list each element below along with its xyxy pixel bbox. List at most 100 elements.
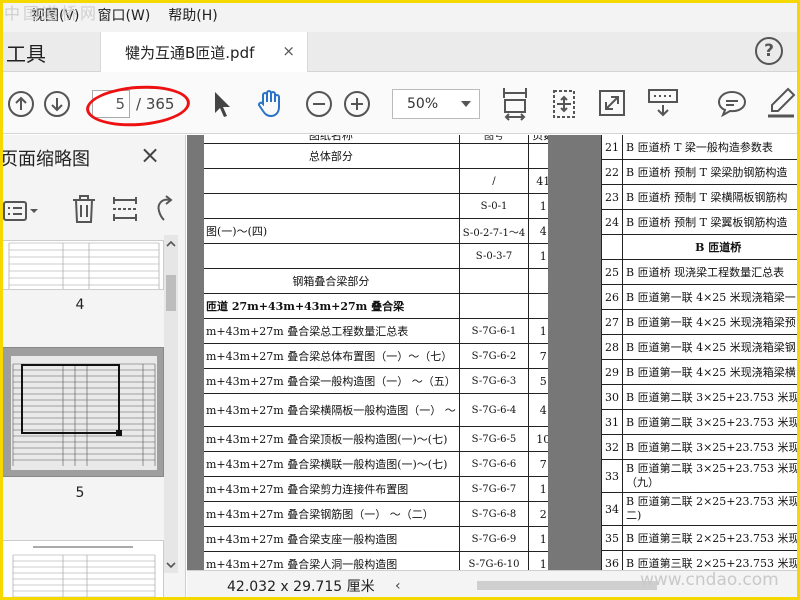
panel-close-icon[interactable]: × [140, 141, 160, 169]
help-icon[interactable]: ? [755, 37, 783, 65]
arrow-down-circle-icon [44, 91, 70, 117]
keyboard-scroll-icon [648, 89, 678, 117]
thumbnails-scrollbar[interactable] [164, 235, 178, 573]
table-row: 34 B 匝道第二联 2×25+23.753 米现浇二) [601, 492, 800, 526]
watermark-bottom: www.cndao.com [640, 570, 779, 590]
thumbnail-page-5[interactable] [2, 347, 164, 477]
thumbnail-preview [11, 356, 157, 470]
thumbnail-preview [8, 242, 160, 289]
zoom-out-button[interactable] [305, 90, 333, 122]
table-cell: m+43m+27m 叠合梁钢筋图（一） ～（二） [204, 501, 460, 527]
table-cell: 4 [528, 393, 548, 427]
comment-button[interactable] [716, 89, 748, 121]
tab-document[interactable]: 犍为互通B匝道.pdf × [100, 32, 308, 72]
table-row: m+43m+27m 叠合梁一般构造图（一） ～（五） S-7G-6-3 5 [204, 368, 548, 394]
menu-window[interactable]: 窗口(W) [89, 0, 160, 32]
zoom-select[interactable]: 50% [392, 89, 480, 119]
pdf-page-left: 图纸名称图号页数总体部分/41S-0-11图(一)～(四)S-0-2-7-1～4… [204, 135, 548, 570]
table-cell: S-7G-6-3 [458, 368, 530, 394]
fit-page-button[interactable] [549, 88, 579, 124]
pdf-page-right: 21 B 匝道桥 T 梁一般构造参数表 22 B 匝道桥 预制 T 梁梁肋钢筋构造 23… [601, 135, 800, 570]
toolbar: / 365 50% [0, 72, 800, 134]
highlight-button[interactable] [766, 86, 796, 124]
table-cell: S-7G-6-7 [458, 476, 530, 502]
table-cell [458, 268, 530, 294]
scroll-up-icon[interactable] [164, 238, 178, 250]
table-cell: B 匝道第二联 3×25+23.753 米现浇 [622, 434, 800, 460]
table-cell [601, 234, 623, 260]
expand-icon [599, 90, 625, 116]
scroll-left-icon[interactable]: ‹ [395, 578, 401, 594]
table-cell: 28 [601, 334, 623, 360]
table-cell: m+43m+27m 叠合梁总工程数量汇总表 [204, 318, 460, 344]
table-row: 26 B 匝道第一联 4×25 米现浇箱梁一 [601, 284, 800, 310]
table-cell [204, 193, 460, 219]
table-row: m+43m+27m 叠合梁支座一般构造图 S-7G-6-9 1 [204, 526, 548, 552]
table-cell: S-7G-6-6 [458, 451, 530, 477]
table-row: 24 B 匝道桥 预制 T 梁翼板钢筋构造 [601, 209, 800, 235]
hand-tool-button[interactable] [254, 87, 286, 119]
table-cell: m+43m+27m 叠合梁横联一般构造图(一)～(七) [204, 451, 460, 477]
page-number-input[interactable] [92, 90, 130, 118]
thumbnail-page-6[interactable] [2, 540, 164, 600]
table-cell: m+43m+27m 叠合梁人洞一般构造图 [204, 551, 460, 570]
table-row: 匝道 27m+43m+43m+27m 叠合梁 [204, 293, 548, 319]
table-cell [528, 268, 548, 294]
table-cell: B 匝道桥 预制 T 梁翼板钢筋构造 [622, 209, 800, 235]
previous-page-button[interactable] [7, 90, 35, 122]
table-cell: m+43m+27m 叠合梁总体布置图（一）～（七） [204, 343, 460, 369]
table-cell: 1 [528, 243, 548, 269]
table-row: m+43m+27m 叠合梁人洞一般构造图 S-7G-6-10 1 [204, 551, 548, 570]
table-cell: 10 [528, 426, 548, 452]
extract-page-button[interactable] [112, 194, 138, 228]
menu-help[interactable]: 帮助(H) [159, 0, 226, 32]
fit-width-button[interactable] [500, 86, 530, 126]
page-number-box: / 365 [92, 90, 182, 118]
table-cell: 31 [601, 409, 623, 435]
table-row: m+43m+27m 叠合梁顶板一般构造图(一)～(七)S-7G-6-510 [204, 426, 548, 452]
table-cell: B 匝道第一联 4×25 米现浇箱梁一 [622, 284, 800, 310]
thumbnail-options-button[interactable] [2, 197, 40, 229]
table-cell: 总体部分 [204, 143, 460, 169]
scroll-mode-button[interactable] [646, 87, 680, 123]
table-row: 36 B 匝道第三联 2×25+23.753 米现浇 [601, 550, 800, 570]
table-row: m+43m+27m 叠合梁总体布置图（一）～（七） S-7G-6-2 7 [204, 343, 548, 369]
table-cell [528, 143, 548, 169]
table-cell: 41 [528, 168, 548, 194]
table-row: 总体部分 [204, 143, 548, 169]
document-view[interactable]: 图纸名称图号页数总体部分/41S-0-11图(一)～(四)S-0-2-7-1～4… [187, 135, 800, 570]
thumbnail-page-number: 4 [75, 297, 85, 313]
thumbnail-page-4[interactable] [2, 240, 164, 290]
scroll-down-icon[interactable] [164, 559, 178, 571]
split-page-icon [113, 197, 137, 221]
table-row: 25 B 匝道桥 现浇梁工程数量汇总表 [601, 259, 800, 285]
scrollbar-thumb[interactable] [166, 275, 176, 311]
tab-row: 工具 犍为互通B匝道.pdf × ? [0, 32, 800, 72]
page-total: / 365 [136, 95, 175, 113]
next-page-button[interactable] [43, 90, 71, 122]
table-row: 31 B 匝道第二联 3×25+23.753 米现浇 [601, 409, 800, 435]
tab-tools[interactable]: 工具 [6, 38, 46, 67]
table-cell: 24 [601, 209, 623, 235]
rotate-page-button[interactable] [152, 194, 176, 228]
table-cell: 26 [601, 284, 623, 310]
table-row: 30 B 匝道第二联 3×25+23.753 米现浇 [601, 384, 800, 410]
table-header-cell: 页数 [528, 135, 548, 144]
table-cell [528, 293, 548, 319]
tab-close-icon[interactable]: × [282, 42, 295, 60]
horizontal-scrollbar-thumb[interactable] [477, 581, 657, 590]
table-row: S-0-3-7 1 [204, 243, 548, 269]
delete-page-button[interactable] [70, 193, 98, 229]
table-cell: 25 [601, 259, 623, 285]
table-cell: B 匝道第三联 2×25+23.753 米现浇 [622, 525, 800, 551]
table-cell: S-7G-6-4 [458, 393, 530, 427]
zoom-in-button[interactable] [343, 90, 371, 122]
table-cell: B 匝道第三联 2×25+23.753 米现浇 [622, 550, 800, 570]
table-cell: S-7G-6-9 [458, 526, 530, 552]
table-cell: S-7G-6-2 [458, 343, 530, 369]
table-row: B 匝道桥 [601, 234, 800, 260]
select-tool-button[interactable] [210, 89, 234, 123]
full-screen-button[interactable] [598, 89, 626, 121]
fit-width-icon [503, 88, 527, 121]
table-cell: B 匝道桥 [622, 234, 800, 260]
